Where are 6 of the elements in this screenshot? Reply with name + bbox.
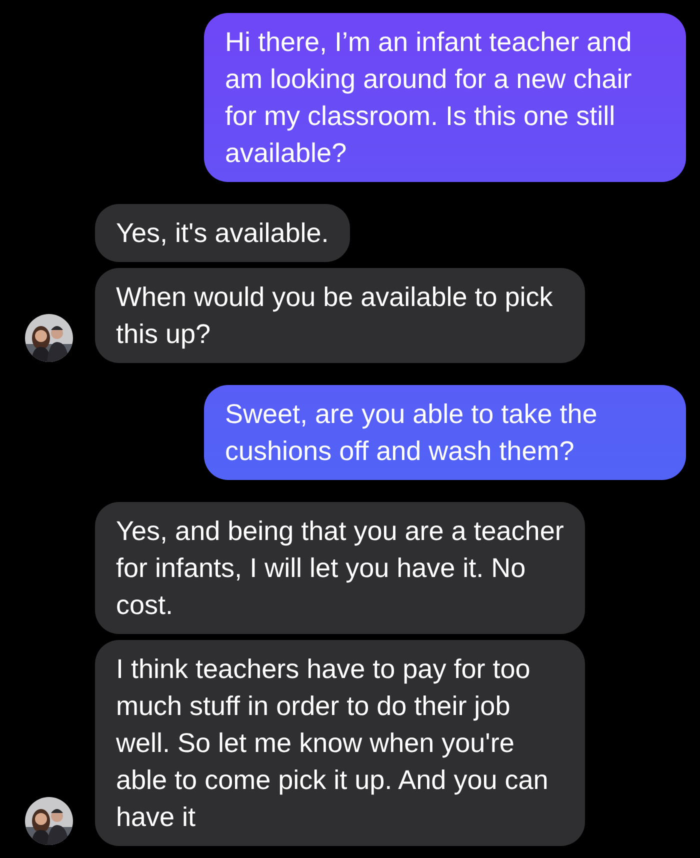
message-bubble: I think teachers have to pay for too much stuff in order to do their job well. So let me know when you're able to come pick it up. And you can have it (95, 640, 585, 846)
message-bubble: When would you be available to pick this up? (95, 268, 585, 363)
message-bubble: Sweet, are you able to take the cushions off and wash them? (204, 385, 686, 480)
message-bubble: Yes, it's available. (95, 204, 350, 262)
message-bubble: Hi there, I’m an infant teacher and am looking around for a new chair for my classroom. Is this one still available? (204, 13, 686, 182)
message-bubble: Yes, and being that you are a teacher for infants, I will let you have it. No cost. (95, 502, 585, 634)
